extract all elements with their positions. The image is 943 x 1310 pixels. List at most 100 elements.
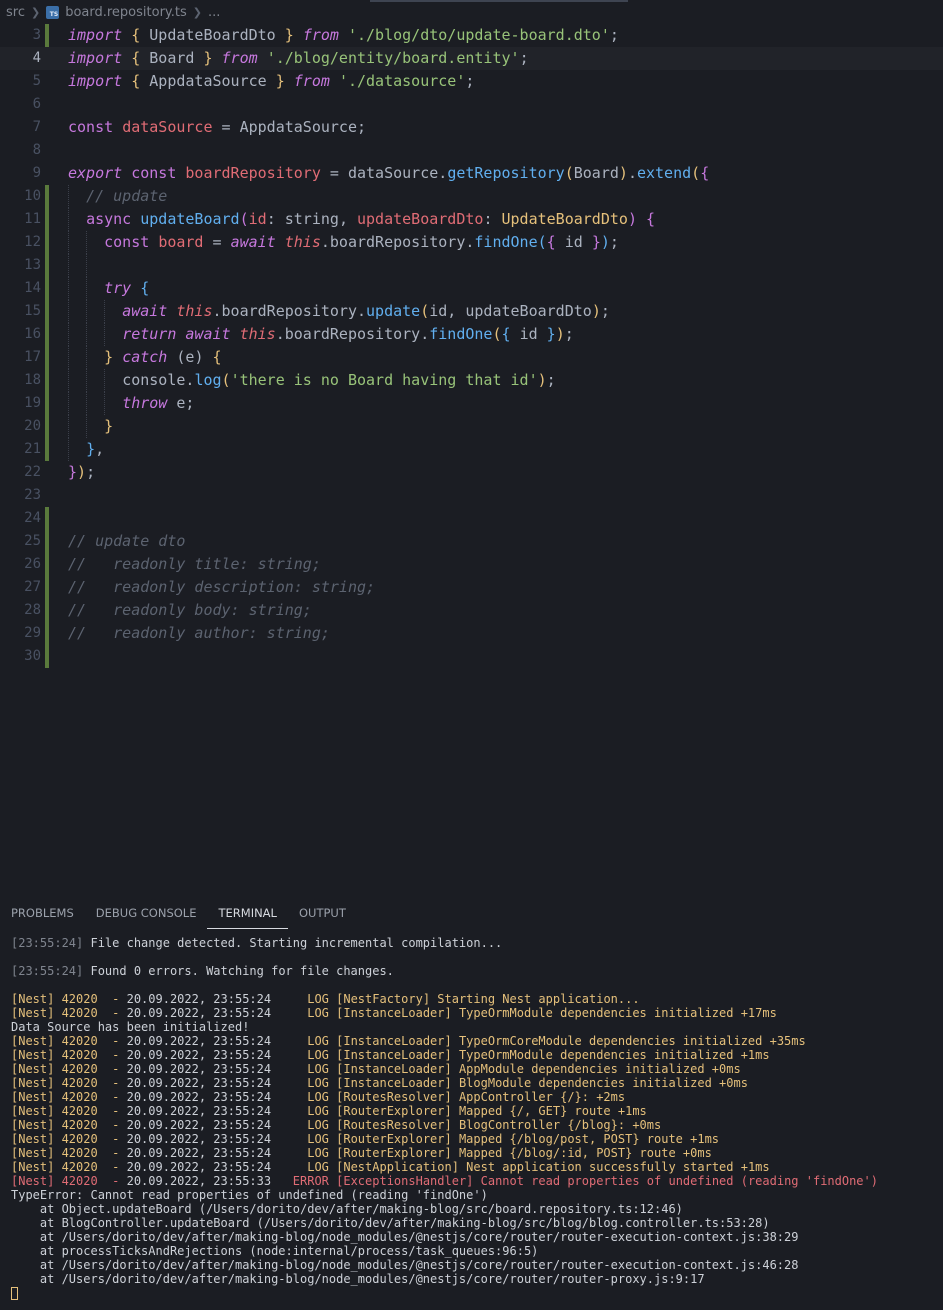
line-number[interactable]: 22 bbox=[0, 461, 41, 484]
line-number[interactable]: 19 bbox=[0, 392, 41, 415]
line-number[interactable]: 4 bbox=[0, 47, 41, 70]
code-line[interactable]: 16 return await this.boardRepository.fin… bbox=[0, 323, 943, 346]
code-line[interactable]: 29 // readonly author: string; bbox=[0, 622, 943, 645]
line-number[interactable]: 26 bbox=[0, 553, 41, 576]
code-line[interactable]: 20 } bbox=[0, 415, 943, 438]
code-token: const bbox=[68, 118, 114, 136]
chevron-right-icon: ❯ bbox=[30, 5, 41, 19]
line-number[interactable]: 13 bbox=[0, 254, 41, 277]
code-content: return await this.boardRepository.findOn… bbox=[68, 323, 574, 346]
git-change-indicator[interactable] bbox=[45, 599, 49, 622]
code-line[interactable]: 8 bbox=[0, 139, 943, 162]
git-change-indicator[interactable] bbox=[45, 438, 49, 461]
code-comment: // readonly title: string; bbox=[68, 555, 321, 573]
tab-output[interactable]: OUTPUT bbox=[288, 902, 357, 928]
code-line[interactable]: 25 // update dto bbox=[0, 530, 943, 553]
breadcrumb-folder[interactable]: src bbox=[6, 5, 25, 20]
code-line[interactable]: 27 // readonly description: string; bbox=[0, 576, 943, 599]
git-change-indicator[interactable] bbox=[45, 24, 49, 47]
git-change-indicator[interactable] bbox=[45, 415, 49, 438]
code-token: id, updateBoardDto bbox=[429, 302, 592, 320]
code-content: } bbox=[68, 415, 113, 438]
code-line[interactable]: 14 try { bbox=[0, 277, 943, 300]
code-line[interactable]: 17 } catch (e) { bbox=[0, 346, 943, 369]
log-level: LOG bbox=[271, 1048, 337, 1062]
line-number[interactable]: 24 bbox=[0, 507, 41, 530]
code-line[interactable]: 11 async updateBoard(id: string, updateB… bbox=[0, 208, 943, 231]
code-line[interactable]: 19 throw e; bbox=[0, 392, 943, 415]
breadcrumb-file[interactable]: board.repository.ts bbox=[65, 5, 187, 20]
code-line[interactable]: 26 // readonly title: string; bbox=[0, 553, 943, 576]
line-number[interactable]: 9 bbox=[0, 162, 41, 185]
line-number[interactable]: 16 bbox=[0, 323, 41, 346]
git-change-indicator[interactable] bbox=[45, 369, 49, 392]
code-token: . bbox=[438, 164, 448, 182]
line-number[interactable]: 15 bbox=[0, 300, 41, 323]
code-line[interactable]: 15 await this.boardRepository.update(id,… bbox=[0, 300, 943, 323]
git-change-indicator[interactable] bbox=[45, 530, 49, 553]
line-number[interactable]: 18 bbox=[0, 369, 41, 392]
terminal-text: at processTicksAndRejections (node:inter… bbox=[11, 1244, 539, 1258]
line-number[interactable]: 3 bbox=[0, 24, 41, 47]
code-line[interactable]: 18 console.log('there is no Board having… bbox=[0, 369, 943, 392]
code-token: ( bbox=[564, 164, 574, 182]
git-change-indicator[interactable] bbox=[45, 254, 49, 277]
code-line[interactable]: 28 // readonly body: string; bbox=[0, 599, 943, 622]
tab-problems[interactable]: PROBLEMS bbox=[0, 902, 85, 928]
line-number[interactable]: 23 bbox=[0, 484, 41, 507]
code-editor[interactable]: 3 import { UpdateBoardDto } from './blog/… bbox=[0, 24, 943, 668]
code-line[interactable]: 12 const board = await this.boardReposit… bbox=[0, 231, 943, 254]
git-change-indicator[interactable] bbox=[45, 323, 49, 346]
git-change-indicator[interactable] bbox=[45, 507, 49, 530]
code-line[interactable]: 21 }, bbox=[0, 438, 943, 461]
line-number[interactable]: 5 bbox=[0, 70, 41, 93]
line-number[interactable]: 25 bbox=[0, 530, 41, 553]
git-change-indicator[interactable] bbox=[45, 208, 49, 231]
git-change-indicator[interactable] bbox=[45, 576, 49, 599]
line-number[interactable]: 17 bbox=[0, 346, 41, 369]
code-line[interactable]: 5 import { AppdataSource } from './dataso… bbox=[0, 70, 943, 93]
code-line[interactable]: 6 bbox=[0, 93, 943, 116]
git-change-indicator[interactable] bbox=[45, 185, 49, 208]
line-number[interactable]: 10 bbox=[0, 185, 41, 208]
git-change-indicator[interactable] bbox=[45, 553, 49, 576]
tab-debug-console[interactable]: DEBUG CONSOLE bbox=[85, 902, 208, 928]
git-change-indicator[interactable] bbox=[45, 300, 49, 323]
log-context: [NestApplication] bbox=[336, 1160, 459, 1174]
git-change-indicator[interactable] bbox=[45, 645, 49, 668]
line-number[interactable]: 28 bbox=[0, 599, 41, 622]
tab-terminal[interactable]: TERMINAL bbox=[207, 902, 288, 929]
code-line[interactable]: 4 import { Board } from './blog/entity/bo… bbox=[0, 47, 943, 70]
line-number[interactable]: 7 bbox=[0, 116, 41, 139]
line-number[interactable]: 20 bbox=[0, 415, 41, 438]
code-line[interactable]: 9 export const boardRepository = dataSour… bbox=[0, 162, 943, 185]
line-number[interactable]: 14 bbox=[0, 277, 41, 300]
code-token: './blog/entity/board.entity' bbox=[266, 49, 520, 67]
code-line[interactable]: 3 import { UpdateBoardDto } from './blog/… bbox=[0, 24, 943, 47]
code-line[interactable]: 23 bbox=[0, 484, 943, 507]
code-token: ) bbox=[627, 210, 637, 228]
line-number[interactable]: 29 bbox=[0, 622, 41, 645]
line-number[interactable]: 6 bbox=[0, 93, 41, 116]
breadcrumb-more[interactable]: ... bbox=[208, 5, 220, 20]
line-number[interactable]: 30 bbox=[0, 645, 41, 668]
line-number[interactable]: 21 bbox=[0, 438, 41, 461]
git-change-indicator[interactable] bbox=[45, 346, 49, 369]
code-line[interactable]: 22}); bbox=[0, 461, 943, 484]
code-line[interactable]: 7 const dataSource = AppdataSource; bbox=[0, 116, 943, 139]
code-token: } bbox=[68, 463, 78, 481]
git-change-indicator[interactable] bbox=[45, 392, 49, 415]
line-number[interactable]: 11 bbox=[0, 208, 41, 231]
code-line[interactable]: 10 // update bbox=[0, 185, 943, 208]
git-change-indicator[interactable] bbox=[45, 622, 49, 645]
git-change-indicator[interactable] bbox=[45, 231, 49, 254]
code-line[interactable]: 30 bbox=[0, 645, 943, 668]
line-number[interactable]: 27 bbox=[0, 576, 41, 599]
code-line[interactable]: 13 bbox=[0, 254, 943, 277]
git-change-indicator[interactable] bbox=[45, 277, 49, 300]
terminal-output[interactable]: [23:55:24] File change detected. Startin… bbox=[11, 936, 936, 1286]
line-number[interactable]: 8 bbox=[0, 139, 41, 162]
code-line[interactable]: 24 bbox=[0, 507, 943, 530]
line-number[interactable]: 12 bbox=[0, 231, 41, 254]
terminal-text: at Object.updateBoard (/Users/dorito/dev… bbox=[11, 1202, 683, 1216]
